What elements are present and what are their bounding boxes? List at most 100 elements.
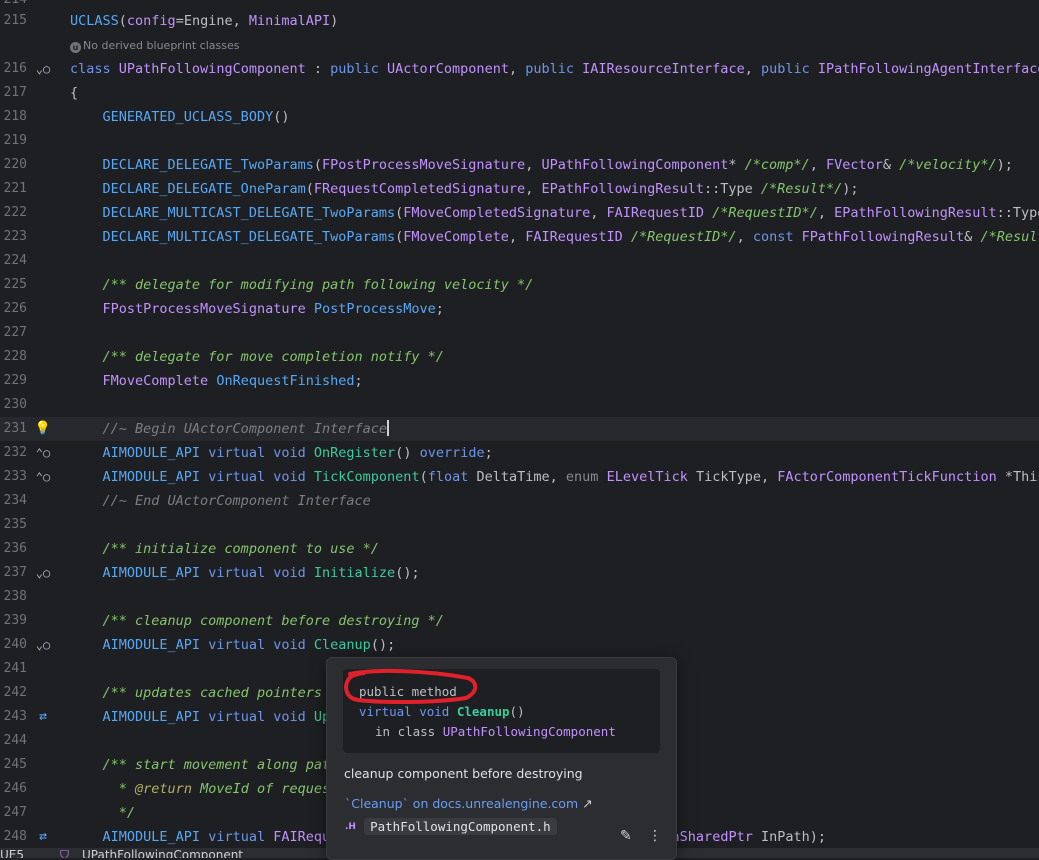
code-text: /** initialize component to use */ — [102, 541, 379, 557]
unreal-icon: u — [70, 42, 81, 53]
signature-block: public method virtual void Cleanup() in … — [343, 669, 660, 753]
breadcrumb-class[interactable]: UPathFollowingComponent — [82, 848, 243, 858]
code-text: */ — [118, 805, 136, 821]
code-line[interactable]: 229 FMoveComplete OnRequestFinished; — [0, 369, 1039, 393]
line-number: 216 — [3, 61, 27, 76]
code-text: AIMODULE_API virtual void OnRegister() o… — [102, 445, 493, 461]
code-line[interactable]: 217 { — [0, 81, 1039, 105]
swap-gutter-icon[interactable]: ⇄ — [33, 705, 53, 729]
code-line[interactable]: 221 DECLARE_DELEGATE_OneParam(FRequestCo… — [0, 177, 1039, 201]
code-text: AIMODULE_API virtual void Initialize(); — [102, 565, 420, 581]
code-text: //~ End UActorComponent Interface — [102, 493, 371, 509]
code-line[interactable]: 228 /** delegate for move completion not… — [0, 345, 1039, 369]
code-text: * @return MoveId of reques — [118, 781, 331, 797]
line-number: 244 — [3, 733, 27, 748]
line-number: 248 — [3, 829, 27, 844]
class-link[interactable]: UPathFollowingComponent — [443, 724, 616, 739]
code-line[interactable]: 223 DECLARE_MULTICAST_DELEGATE_TwoParams… — [0, 225, 1039, 249]
code-line[interactable]: 222 DECLARE_MULTICAST_DELEGATE_TwoParams… — [0, 201, 1039, 225]
signature-modifier: public method — [359, 684, 457, 699]
line-number: 242 — [3, 685, 27, 700]
code-line[interactable]: 230 — [0, 393, 1039, 417]
code-line[interactable]: 239 /** cleanup component before destroy… — [0, 609, 1039, 633]
line-number: 237 — [3, 565, 27, 580]
code-text: //~ Begin UActorComponent Interface — [102, 420, 389, 437]
signature-class: in class UPathFollowingComponent — [375, 724, 616, 739]
code-line-current[interactable]: 231 💡 //~ Begin UActorComponent Interfac… — [0, 417, 1039, 441]
code-text: FMoveComplete OnRequestFinished; — [102, 373, 363, 389]
line-number: 220 — [3, 157, 27, 172]
code-line[interactable]: 224 — [0, 249, 1039, 273]
code-line[interactable]: 234 //~ End UActorComponent Interface — [0, 489, 1039, 513]
code-line[interactable]: 220 DECLARE_DELEGATE_TwoParams(FPostProc… — [0, 153, 1039, 177]
code-text: DECLARE_DELEGATE_OneParam(FRequestComple… — [102, 181, 859, 197]
code-text: class UPathFollowingComponent : public U… — [70, 61, 1039, 77]
line-number: 247 — [3, 805, 27, 820]
line-number: 240 — [3, 637, 27, 652]
line-number: 245 — [3, 757, 27, 772]
line-number: 223 — [3, 229, 27, 244]
edit-icon[interactable]: ✎ — [620, 828, 632, 844]
project-name[interactable]: UE5 — [0, 848, 24, 858]
code-line[interactable]: 235 — [0, 513, 1039, 537]
implementations-gutter-icon[interactable]: ⌄○ — [33, 633, 53, 657]
blueprint-hint[interactable]: u No derived blueprint classes — [70, 38, 239, 54]
external-link-icon: ↗ — [582, 796, 593, 811]
code-line[interactable]: 238 — [0, 585, 1039, 609]
code-line[interactable]: 225 /** delegate for modifying path foll… — [0, 273, 1039, 297]
code-text: AIMODULE_API virtual void Up — [102, 709, 331, 725]
code-line[interactable]: 215 UCLASS(config=Engine, MinimalAPI) — [0, 9, 1039, 33]
code-line[interactable]: 232 ⌃○ AIMODULE_API virtual void OnRegis… — [0, 441, 1039, 465]
doc-description: cleanup component before destroying — [344, 766, 583, 781]
code-line[interactable]: 216 ⌄○ class UPathFollowingComponent : p… — [0, 57, 1039, 81]
code-text: FPostProcessMoveSignature PostProcessMov… — [102, 301, 444, 317]
line-number: 228 — [3, 349, 27, 364]
line-number: 215 — [3, 13, 27, 28]
line-number: 233 — [3, 469, 27, 484]
overrides-gutter-icon[interactable]: ⌃○ — [33, 465, 53, 489]
line-number: 234 — [3, 493, 27, 508]
line-number: 222 — [3, 205, 27, 220]
implementations-gutter-icon[interactable]: ⌄○ — [33, 57, 53, 81]
code-line[interactable]: 226 FPostProcessMoveSignature PostProces… — [0, 297, 1039, 321]
line-number: 238 — [3, 589, 27, 604]
code-line[interactable]: 219 — [0, 129, 1039, 153]
line-number: 230 — [3, 397, 27, 412]
code-line[interactable]: 236 /** initialize component to use */ — [0, 537, 1039, 561]
code-line[interactable]: 237 ⌄○ AIMODULE_API virtual void Initial… — [0, 561, 1039, 585]
line-number: 243 — [3, 709, 27, 724]
line-number: 241 — [3, 661, 27, 676]
code-text: GENERATED_UCLASS_BODY() — [102, 109, 290, 125]
line-number: 217 — [3, 85, 27, 100]
code-line[interactable]: 240 ⌄○ AIMODULE_API virtual void Cleanup… — [0, 633, 1039, 657]
line-number: 235 — [3, 517, 27, 532]
code-text: /** delegate for move completion notify … — [102, 349, 444, 365]
signature-declaration: virtual void Cleanup() — [359, 704, 525, 719]
code-text: /** delegate for modifying path followin… — [102, 277, 534, 293]
overrides-gutter-icon[interactable]: ⌃○ — [33, 441, 53, 465]
code-text: /** updates cached pointers — [102, 685, 322, 701]
line-number: 232 — [3, 445, 27, 460]
line-number: 221 — [3, 181, 27, 196]
code-line[interactable]: 218 GENERATED_UCLASS_BODY() — [0, 105, 1039, 129]
line-number: 225 — [3, 277, 27, 292]
code-text: DECLARE_MULTICAST_DELEGATE_TwoParams(FMo… — [102, 229, 1039, 245]
code-text: UCLASS(config=Engine, MinimalAPI) — [70, 13, 339, 29]
swap-gutter-icon[interactable]: ⇄ — [33, 825, 53, 848]
more-options-icon[interactable]: ⋮ — [648, 828, 662, 844]
quick-documentation-popup[interactable]: public method virtual void Cleanup() in … — [326, 657, 677, 860]
line-number: 229 — [3, 373, 27, 388]
lightbulb-icon[interactable]: 💡 — [33, 417, 53, 441]
line-number: 218 — [3, 109, 27, 124]
header-file-link[interactable]: .H PathFollowingComponent.h — [345, 816, 557, 836]
line-number: 231 — [3, 421, 27, 436]
line-number: 224 — [3, 253, 27, 268]
code-line[interactable]: 227 — [0, 321, 1039, 345]
external-doc-link[interactable]: `Cleanup` on docs.unrealengine.com ↗ — [345, 796, 593, 811]
code-text: AIMODULE_API virtual void TickComponent(… — [102, 469, 1039, 485]
line-number: 236 — [3, 541, 27, 556]
code-line[interactable]: 233 ⌃○ AIMODULE_API virtual void TickCom… — [0, 465, 1039, 489]
implementations-gutter-icon[interactable]: ⌄○ — [33, 561, 53, 585]
header-file-name: PathFollowingComponent.h — [364, 818, 557, 835]
line-number: 227 — [3, 325, 27, 340]
